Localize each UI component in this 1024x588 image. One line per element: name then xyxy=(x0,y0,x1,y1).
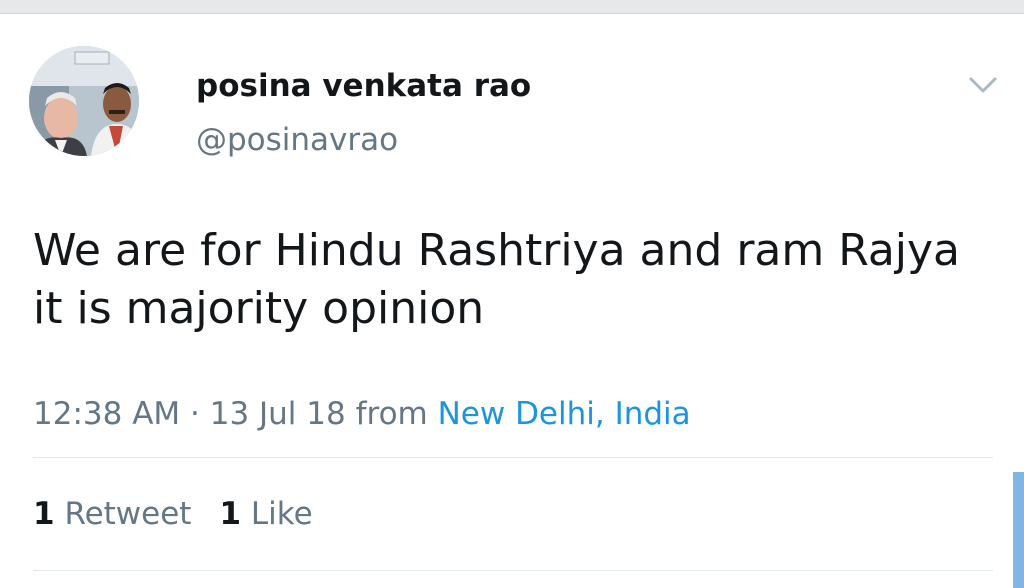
from-label: from xyxy=(345,396,438,432)
chevron-down-icon xyxy=(969,77,997,93)
retweets-label: Retweet xyxy=(64,496,192,532)
likes-stat[interactable]: 1 Like xyxy=(219,496,312,532)
tweet-date[interactable]: 13 Jul 18 xyxy=(210,396,346,432)
tweet-card: posina venkata rao @posinavrao We are fo… xyxy=(0,14,1024,588)
tweet-location-link[interactable]: New Delhi, India xyxy=(438,396,691,432)
profile-photo xyxy=(29,46,139,156)
tweet-text: We are for Hindu Rashtriya and ram Rajya… xyxy=(33,225,961,334)
tweet-meta: 12:38 AM · 13 Jul 18 from New Delhi, Ind… xyxy=(33,396,691,432)
scrollbar[interactable] xyxy=(1013,472,1024,588)
tweet-stats: 1 Retweet 1 Like xyxy=(33,496,313,532)
likes-label: Like xyxy=(250,496,313,532)
avatar[interactable] xyxy=(29,46,139,156)
tweet-menu-button[interactable] xyxy=(966,72,1000,98)
author-name[interactable]: posina venkata rao xyxy=(196,68,531,104)
retweets-count: 1 xyxy=(33,496,55,532)
divider xyxy=(33,570,993,571)
meta-separator: · xyxy=(180,396,210,432)
tweet-time[interactable]: 12:38 AM xyxy=(33,396,180,432)
author-handle[interactable]: @posinavrao xyxy=(196,122,398,158)
divider xyxy=(33,457,993,458)
likes-count: 1 xyxy=(219,496,242,532)
top-divider xyxy=(0,0,1024,14)
retweets-stat[interactable]: 1 Retweet xyxy=(33,496,191,532)
